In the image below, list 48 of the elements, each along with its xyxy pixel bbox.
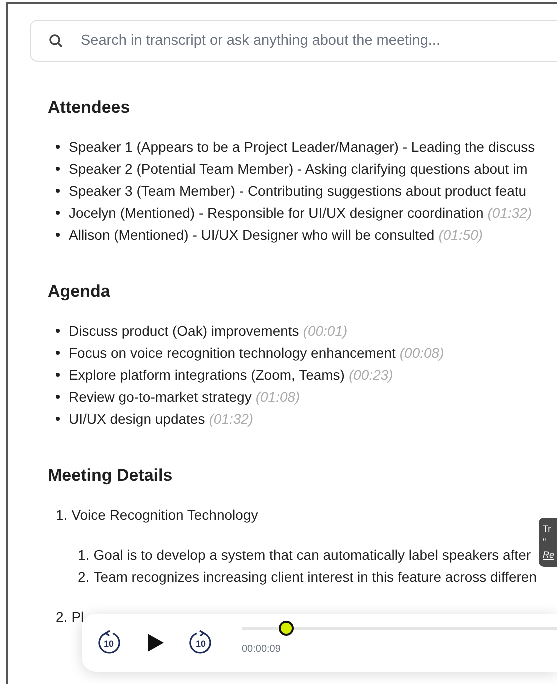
search-icon — [49, 34, 63, 48]
list-item-text: Review go-to-market strategy — [69, 388, 252, 407]
forward-button[interactable]: 10 — [188, 630, 214, 656]
item-number: 1. — [78, 547, 90, 563]
bullet-icon — [56, 329, 60, 333]
list-item-text: Speaker 2 (Potential Team Member) - Asking clarifying questions about im — [69, 160, 528, 179]
list-item-text: Team recognizes increasing client interest in this feature across differen — [94, 569, 537, 585]
list-item-text: Explore platform integrations (Zoom, Teams) — [69, 366, 345, 385]
bullet-icon — [56, 189, 60, 193]
progress-thumb[interactable] — [279, 621, 294, 636]
tooltip-text: Tr — [543, 523, 552, 536]
timestamp[interactable]: (00:08) — [400, 342, 444, 364]
list-item-text: Speaker 3 (Team Member) - Contributing suggestions about product featu — [69, 182, 527, 201]
tooltip-link[interactable]: Re — [543, 549, 557, 562]
rewind-button[interactable]: 10 — [96, 630, 122, 656]
list-item-text: UI/UX design updates — [69, 410, 206, 429]
list-item-text: Discuss product (Oak) improvements — [69, 322, 300, 341]
tooltip-text: " — [543, 536, 548, 549]
playback-time: 00:00:09 — [242, 644, 282, 655]
list-item-text: Speaker 1 (Appears to be a Project Leader/Manager) - Leading the discuss — [69, 138, 536, 157]
timestamp[interactable]: (01:32) — [209, 408, 254, 430]
list-item-text: Pl — [72, 609, 84, 625]
timestamp[interactable]: (01:50) — [438, 224, 484, 246]
bullet-icon — [56, 233, 60, 237]
timestamp[interactable]: (01:08) — [256, 386, 300, 408]
bullet-icon — [56, 417, 60, 421]
timestamp[interactable]: (01:32) — [488, 202, 532, 224]
item-number: 2. — [78, 569, 90, 585]
timestamp[interactable]: (00:01) — [303, 320, 348, 342]
search-input[interactable]: Search in transcript or ask anything about the meeting... — [79, 32, 557, 50]
list-item-text: Goal is to develop a system that can automatically label speakers after — [94, 547, 532, 563]
bullet-icon — [56, 395, 60, 399]
section-heading: Attendees — [48, 98, 132, 118]
search-bar[interactable]: Search in transcript or ask anything about the meeting... — [30, 20, 557, 62]
bullet-icon — [56, 167, 60, 171]
bullet-icon — [56, 351, 60, 355]
bullet-icon — [56, 373, 60, 377]
list-item-text: Focus on voice recognition technology enhancement — [69, 344, 396, 363]
item-number: 1. — [56, 507, 68, 523]
bullet-icon — [56, 211, 60, 215]
list-item-text: Jocelyn (Mentioned) - Responsible for UI/UX designer coordination — [69, 204, 484, 223]
list-item-text: Voice Recognition Technology — [72, 507, 258, 523]
item-number: 2. — [56, 609, 68, 625]
timestamp[interactable]: (00:23) — [348, 364, 394, 386]
bullet-icon — [56, 145, 60, 149]
section-heading: Meeting Details — [48, 466, 174, 486]
list-item-text: Allison (Mentioned) - UI/UX Designer who will be consulted — [69, 226, 435, 245]
section-heading: Agenda — [48, 282, 112, 302]
